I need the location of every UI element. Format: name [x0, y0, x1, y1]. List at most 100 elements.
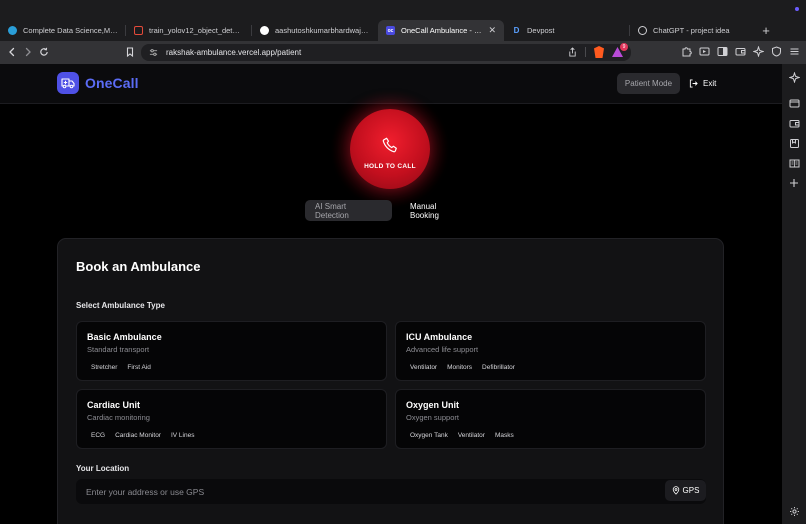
browser-tab-strip: Complete Data Science,Machine Learning t…: [0, 20, 806, 41]
devpost-icon: D: [513, 26, 520, 35]
emergency-call-area: HOLD TO CALL: [330, 89, 450, 209]
menu-button[interactable]: [788, 45, 800, 57]
reload-icon: [40, 47, 48, 56]
chevron-left-icon: [9, 47, 15, 57]
onecall-icon: oc: [386, 26, 395, 35]
page-viewport: OneCall Patient Mode Exit HOLD TO CALL A…: [0, 64, 782, 524]
booking-card: Book an Ambulance Select Ambulance Type …: [57, 238, 724, 524]
browser-tab-title: OneCall Ambulance - Emergency: [401, 26, 482, 35]
shield-icon: [771, 45, 781, 57]
ambulance-type-option-icu[interactable]: ICU Ambulance Advanced life support Vent…: [395, 321, 706, 381]
equipment-tag: Stretcher: [91, 363, 118, 371]
phone-icon: [382, 137, 397, 153]
type-name: ICU Ambulance: [406, 332, 473, 342]
site-settings-icon: [149, 49, 158, 56]
type-description: Cardiac monitoring: [87, 413, 150, 422]
type-name: Cardiac Unit: [87, 400, 141, 410]
equipment-tag: IV Lines: [170, 431, 195, 439]
equipment-tag: Masks: [494, 431, 514, 439]
browser-tab[interactable]: train_yolov12_object_detection: [126, 20, 252, 41]
equipment-tag: Ventilator: [410, 363, 438, 371]
equipment-tag: Oxygen Tank: [410, 431, 448, 439]
location-field: GPS: [76, 479, 706, 504]
media-button[interactable]: [698, 45, 710, 57]
extensions-button[interactable]: [680, 45, 692, 57]
tab-ai-smart-detection[interactable]: AI Smart Detection: [305, 200, 392, 221]
ambulance-type-option-cardiac[interactable]: Cardiac Unit Cardiac monitoring ECG Card…: [76, 389, 387, 449]
sidebar-icon: [717, 46, 727, 56]
gps-button[interactable]: GPS: [665, 480, 706, 501]
equipment-tag: Defibrillator: [482, 363, 515, 371]
back-button[interactable]: [4, 44, 20, 60]
ambulance-type-option-oxygen[interactable]: Oxygen Unit Oxygen support Oxygen Tank V…: [395, 389, 706, 449]
divider: [585, 47, 586, 57]
browser-tab[interactable]: aashutoshkumarbhardwaj/Rakshak: [252, 20, 378, 41]
type-description: Oxygen support: [406, 413, 459, 422]
browser-tab[interactable]: ChatGPT - project idea: [630, 20, 756, 41]
window-indicator-dot: [795, 7, 799, 11]
window-titlebar: [0, 0, 806, 20]
brave-shields-icon[interactable]: [594, 46, 604, 58]
wallet-icon: [735, 47, 745, 55]
type-description: Advanced life support: [406, 345, 479, 354]
close-icon[interactable]: ✕: [488, 25, 496, 36]
chatgpt-icon: [638, 26, 647, 35]
media-icon: [699, 47, 709, 55]
browser-tab[interactable]: Complete Data Science,Machine Learning: [0, 20, 126, 41]
equipment-tag: ECG: [91, 431, 106, 439]
hamburger-icon: [790, 47, 798, 55]
ambulance-type-label: Select Ambulance Type: [76, 301, 165, 310]
new-tab-button[interactable]: +: [756, 20, 776, 41]
logo-text: OneCall: [85, 75, 139, 91]
address-bar-url: rakshak-ambulance.vercel.app/patient: [166, 48, 302, 57]
browser-tab-title: aashutoshkumarbhardwaj/Rakshak: [275, 26, 370, 35]
vpn-button[interactable]: [770, 45, 782, 57]
sidebar-toggle-button[interactable]: [716, 45, 728, 57]
side-bookmarks-button[interactable]: [787, 136, 801, 150]
browser-tab-title: Devpost: [527, 26, 555, 35]
reload-button[interactable]: [36, 44, 52, 60]
bookmark-button[interactable]: [122, 44, 138, 60]
hold-to-call-button[interactable]: HOLD TO CALL: [350, 109, 430, 189]
bookmark-icon: [126, 47, 134, 57]
sparkle-icon: [752, 45, 764, 57]
type-name: Basic Ambulance: [87, 332, 162, 342]
browser-tab-active[interactable]: oc OneCall Ambulance - Emergency ✕: [378, 20, 504, 41]
tab-manual-booking[interactable]: Manual Booking: [400, 200, 472, 221]
type-name: Oxygen Unit: [406, 400, 460, 410]
leo-ai-button[interactable]: [752, 45, 764, 57]
telegram-icon: [8, 26, 17, 35]
wallet-button[interactable]: [734, 45, 746, 57]
location-label: Your Location: [76, 464, 130, 473]
reading-list-icon: [789, 159, 799, 167]
rewards-badge: 9: [620, 43, 628, 51]
side-tabs-button[interactable]: [787, 96, 801, 110]
equipment-tag: First Aid: [127, 363, 151, 371]
equipment-tag: Cardiac Monitor: [115, 431, 161, 439]
location-input[interactable]: [86, 486, 646, 497]
logout-icon: [689, 79, 698, 88]
ambulance-icon: [57, 72, 79, 94]
exit-button[interactable]: Exit: [689, 73, 716, 94]
address-bar[interactable]: rakshak-ambulance.vercel.app/patient 9: [141, 43, 631, 61]
browser-toolbar: rakshak-ambulance.vercel.app/patient 9: [0, 41, 806, 64]
share-icon[interactable]: [568, 47, 577, 57]
patient-mode-button[interactable]: Patient Mode: [617, 73, 680, 94]
forward-button[interactable]: [20, 44, 36, 60]
app-logo[interactable]: OneCall: [57, 72, 139, 94]
side-add-button[interactable]: [787, 176, 801, 190]
equipment-tag: Monitors: [447, 363, 473, 371]
ambulance-type-option-basic[interactable]: Basic Ambulance Standard transport Stret…: [76, 321, 387, 381]
equipment-tag: Ventilator: [457, 431, 485, 439]
side-leo-button[interactable]: [787, 70, 801, 84]
browser-tab[interactable]: D Devpost: [504, 20, 630, 41]
brave-rewards-button[interactable]: 9: [612, 43, 628, 57]
side-wallet-button[interactable]: [787, 116, 801, 130]
chevron-right-icon: [25, 47, 31, 57]
location-pin-icon: [672, 486, 679, 495]
github-icon: [260, 26, 269, 35]
exit-label: Exit: [703, 79, 717, 88]
toolbar-actions: [680, 45, 800, 57]
side-settings-button[interactable]: [787, 504, 801, 518]
side-reading-list-button[interactable]: [787, 156, 801, 170]
